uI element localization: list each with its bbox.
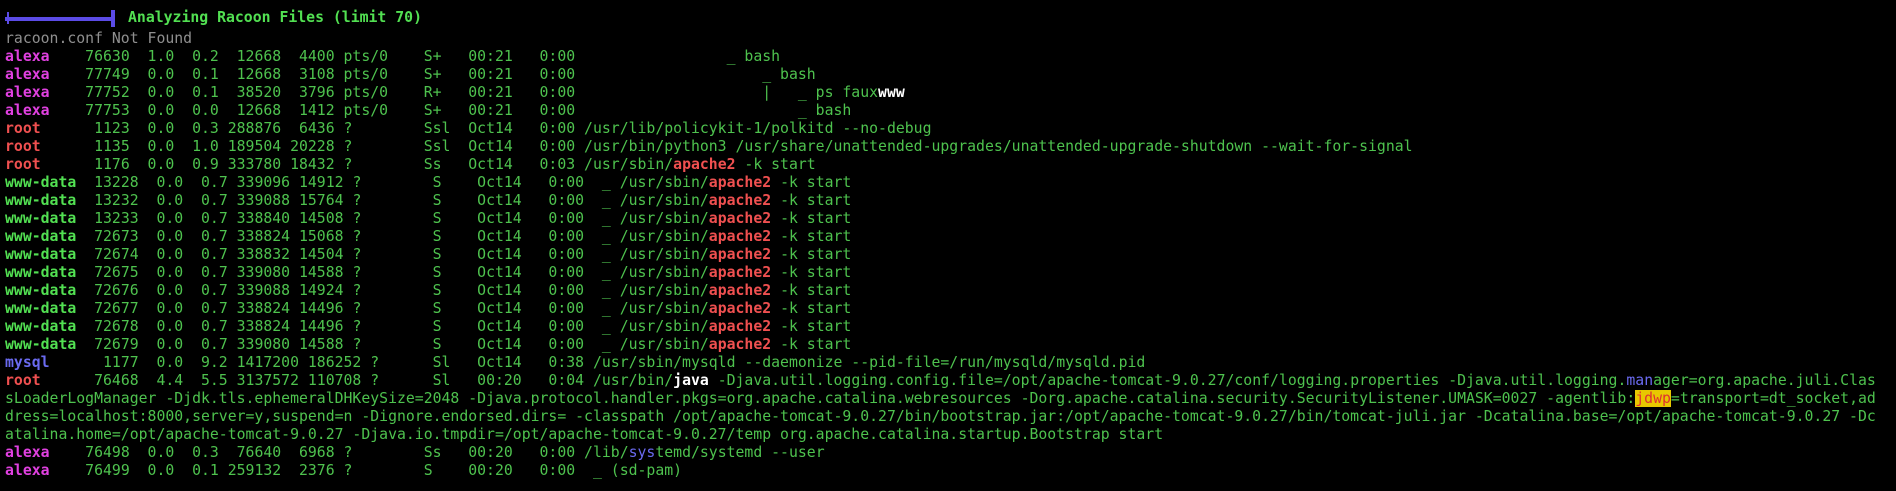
- process-user: www-data: [5, 264, 77, 281]
- process-name: apache2: [708, 282, 772, 299]
- process-user: www-data: [5, 246, 77, 263]
- process-info: 1176 0.0 0.9 333780 18432 ? Ss Oct14 0:0…: [40, 156, 674, 173]
- process-user: alexa: [5, 462, 50, 479]
- process-row: www-data 72674 0.0 0.7 338832 14504 ? S …: [5, 246, 1896, 264]
- highlight-jdwp: jdwp: [1635, 390, 1671, 407]
- process-row: root 1176 0.0 0.9 333780 18432 ? Ss Oct1…: [5, 156, 1896, 174]
- process-info: 77752 0.0 0.1 38520 3796 pts/0 R+ 00:21 …: [49, 84, 879, 101]
- process-row: root 1135 0.0 1.0 189504 20228 ? Ssl Oct…: [5, 138, 1896, 156]
- process-user: root: [5, 120, 41, 137]
- progress-bar-icon: [5, 10, 118, 27]
- process-name: apache2: [708, 174, 772, 191]
- process-info: 72676 0.0 0.7 339088 14924 ? S Oct14 0:0…: [76, 282, 709, 299]
- process-row: alexa 76498 0.0 0.3 76640 6968 ? Ss 00:2…: [5, 444, 825, 461]
- process-user: alexa: [5, 444, 50, 461]
- process-user: www-data: [5, 174, 77, 191]
- process-user: www-data: [5, 192, 77, 209]
- process-user: root: [5, 372, 41, 389]
- process-row-java-cont: sLoaderLogManager -Djdk.tls.ephemeralDHK…: [5, 390, 1876, 407]
- process-user: alexa: [5, 66, 50, 83]
- process-name: apache2: [708, 318, 772, 335]
- process-user: www-data: [5, 336, 77, 353]
- terminal[interactable]: Analyzing Racoon Files (limit 70) racoon…: [0, 0, 1896, 480]
- process-list: alexa 76630 1.0 0.2 12668 4400 pts/0 S+ …: [5, 48, 1896, 372]
- process-user: www-data: [5, 300, 77, 317]
- process-info: 72675 0.0 0.7 339080 14588 ? S Oct14 0:0…: [76, 264, 709, 281]
- process-user: alexa: [5, 102, 50, 119]
- process-info: 72674 0.0 0.7 338832 14504 ? S Oct14 0:0…: [76, 246, 709, 263]
- process-args: -k start: [771, 192, 852, 209]
- process-row: www-data 72677 0.0 0.7 338824 14496 ? S …: [5, 300, 1896, 318]
- process-args: -k start: [771, 228, 852, 245]
- process-name: apache2: [708, 246, 772, 263]
- process-user: www-data: [5, 282, 77, 299]
- process-user: mysql: [5, 354, 50, 371]
- process-args: -k start: [771, 282, 852, 299]
- process-arg: www: [878, 84, 905, 101]
- process-info: 77749 0.0 0.1 12668 3108 pts/0 S+ 00:21 …: [49, 66, 816, 83]
- process-row: www-data 13233 0.0 0.7 338840 14508 ? S …: [5, 210, 1896, 228]
- process-name: apache2: [708, 210, 772, 227]
- process-user: alexa: [5, 48, 50, 65]
- process-args: -k start: [735, 156, 816, 173]
- process-args: -k start: [771, 300, 852, 317]
- process-row-java: root 76468 4.4 5.5 3137572 110708 ? Sl 0…: [5, 372, 1876, 389]
- process-info: 13232 0.0 0.7 339088 15764 ? S Oct14 0:0…: [76, 192, 709, 209]
- process-info: 76630 1.0 0.2 12668 4400 pts/0 S+ 00:21 …: [49, 48, 781, 65]
- process-row: alexa 76630 1.0 0.2 12668 4400 pts/0 S+ …: [5, 48, 1896, 66]
- process-row: www-data 13228 0.0 0.7 339096 14912 ? S …: [5, 174, 1896, 192]
- process-row: www-data 72676 0.0 0.7 339088 14924 ? S …: [5, 282, 1896, 300]
- section-title: Analyzing Racoon Files (limit 70): [128, 9, 422, 26]
- process-info: 72677 0.0 0.7 338824 14496 ? S Oct14 0:0…: [76, 300, 709, 317]
- process-row: www-data 72675 0.0 0.7 339080 14588 ? S …: [5, 264, 1896, 282]
- process-name: apache2: [708, 336, 772, 353]
- section-header: Analyzing Racoon Files (limit 70): [5, 6, 1896, 30]
- process-row: root 1123 0.0 0.3 288876 6436 ? Ssl Oct1…: [5, 120, 1896, 138]
- process-row-java-cont: atalina.home=/opt/apache-tomcat-9.0.27 -…: [5, 426, 1164, 443]
- process-row: www-data 13232 0.0 0.7 339088 15764 ? S …: [5, 192, 1896, 210]
- process-name: apache2: [673, 156, 736, 173]
- process-args: -k start: [771, 210, 852, 227]
- process-info: 1135 0.0 1.0 189504 20228 ? Ssl Oct14 0:…: [40, 138, 1413, 155]
- process-user: alexa: [5, 84, 50, 101]
- process-row: www-data 72673 0.0 0.7 338824 15068 ? S …: [5, 228, 1896, 246]
- process-info: 72673 0.0 0.7 338824 15068 ? S Oct14 0:0…: [76, 228, 709, 245]
- process-args: -k start: [771, 246, 852, 263]
- process-info: 72679 0.0 0.7 339080 14588 ? S Oct14 0:0…: [76, 336, 709, 353]
- process-user: root: [5, 138, 41, 155]
- process-row: alexa 77752 0.0 0.1 38520 3796 pts/0 R+ …: [5, 84, 1896, 102]
- process-info: 13233 0.0 0.7 338840 14508 ? S Oct14 0:0…: [76, 210, 709, 227]
- process-row: alexa 76499 0.0 0.1 259132 2376 ? S 00:2…: [5, 462, 683, 479]
- process-info: 1123 0.0 0.3 288876 6436 ? Ssl Oct14 0:0…: [40, 120, 932, 137]
- process-args: -k start: [771, 174, 852, 191]
- process-user: root: [5, 156, 41, 173]
- process-info: 1177 0.0 9.2 1417200 186252 ? Sl Oct14 0…: [49, 354, 1146, 371]
- process-args: -k start: [771, 318, 852, 335]
- process-args: -k start: [771, 264, 852, 281]
- process-name: apache2: [708, 192, 772, 209]
- process-user: www-data: [5, 210, 77, 227]
- process-user: www-data: [5, 228, 77, 245]
- not-found-message: racoon.conf Not Found: [5, 30, 193, 47]
- process-row: www-data 72679 0.0 0.7 339080 14588 ? S …: [5, 336, 1896, 354]
- process-args: -k start: [771, 336, 852, 353]
- process-row-java-cont: dress=localhost:8000,server=y,suspend=n …: [5, 408, 1876, 425]
- process-name: apache2: [708, 300, 772, 317]
- process-row: mysql 1177 0.0 9.2 1417200 186252 ? Sl O…: [5, 354, 1896, 372]
- process-row: alexa 77753 0.0 0.0 12668 1412 pts/0 S+ …: [5, 102, 1896, 120]
- process-info: 72678 0.0 0.7 338824 14496 ? S Oct14 0:0…: [76, 318, 709, 335]
- process-info: 13228 0.0 0.7 339096 14912 ? S Oct14 0:0…: [76, 174, 709, 191]
- process-user: www-data: [5, 318, 77, 335]
- process-row: www-data 72678 0.0 0.7 338824 14496 ? S …: [5, 318, 1896, 336]
- process-name: apache2: [708, 264, 772, 281]
- process-info: 77753 0.0 0.0 12668 1412 pts/0 S+ 00:21 …: [49, 102, 852, 119]
- process-row: alexa 77749 0.0 0.1 12668 3108 pts/0 S+ …: [5, 66, 1896, 84]
- process-name: apache2: [708, 228, 772, 245]
